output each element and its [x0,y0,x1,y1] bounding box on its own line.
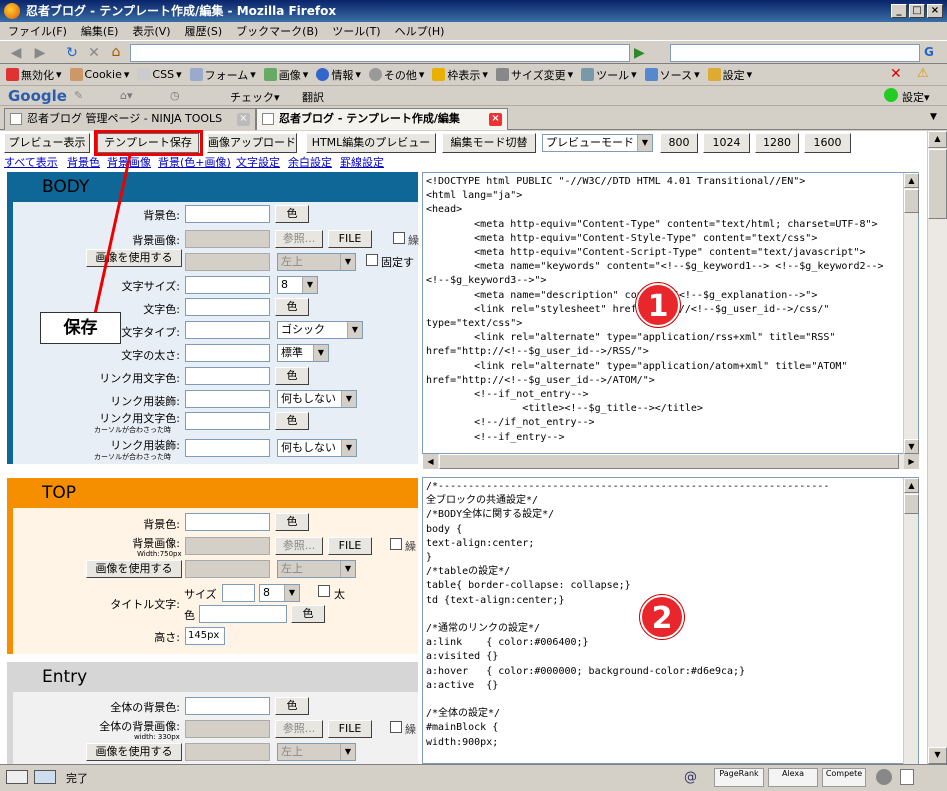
html-editor-vscroll[interactable]: ▲ ▼ [903,173,919,454]
scroll-right-icon[interactable]: ▶ [904,454,919,469]
toolbar-toggle-icon[interactable] [6,770,28,784]
compete-widget[interactable]: Compete [822,768,866,787]
scroll-down-icon[interactable]: ▼ [928,747,947,764]
scroll-up-icon[interactable]: ▲ [904,173,919,188]
screenshot-icon[interactable] [34,770,56,784]
badge-2: 2 [640,595,684,639]
pagerank-label: PageRank [719,769,759,778]
scroll-thumb[interactable] [904,189,919,213]
alexa-label: Alexa [781,769,805,778]
scroll-up-icon[interactable]: ▲ [904,478,919,493]
status-bar: 完了 @ PageRank Alexa Compete [0,764,947,791]
hscroll-thumb[interactable] [439,454,899,469]
at-icon[interactable]: @ [684,770,697,785]
scroll-thumb[interactable] [904,494,919,514]
status-text: 完了 [66,772,88,785]
save-callout: 保存 [40,312,121,344]
disabled-icon[interactable] [876,769,892,785]
scroll-down-icon[interactable]: ▼ [904,439,919,454]
scroll-up-icon[interactable]: ▲ [928,131,947,148]
alexa-widget[interactable]: Alexa [768,768,818,787]
scroll-left-icon[interactable]: ◀ [423,454,438,469]
html-editor-hscroll[interactable]: ◀ ▶ [423,454,919,469]
pagerank-widget[interactable]: PageRank [714,768,764,787]
page-vscroll[interactable]: ▲ ▼ [927,131,947,764]
badge-1: 1 [636,283,680,327]
compete-label: Compete [825,769,863,778]
page-icon[interactable] [900,769,914,785]
css-editor-vscroll[interactable]: ▲ [903,478,919,764]
scroll-thumb[interactable] [928,149,947,219]
